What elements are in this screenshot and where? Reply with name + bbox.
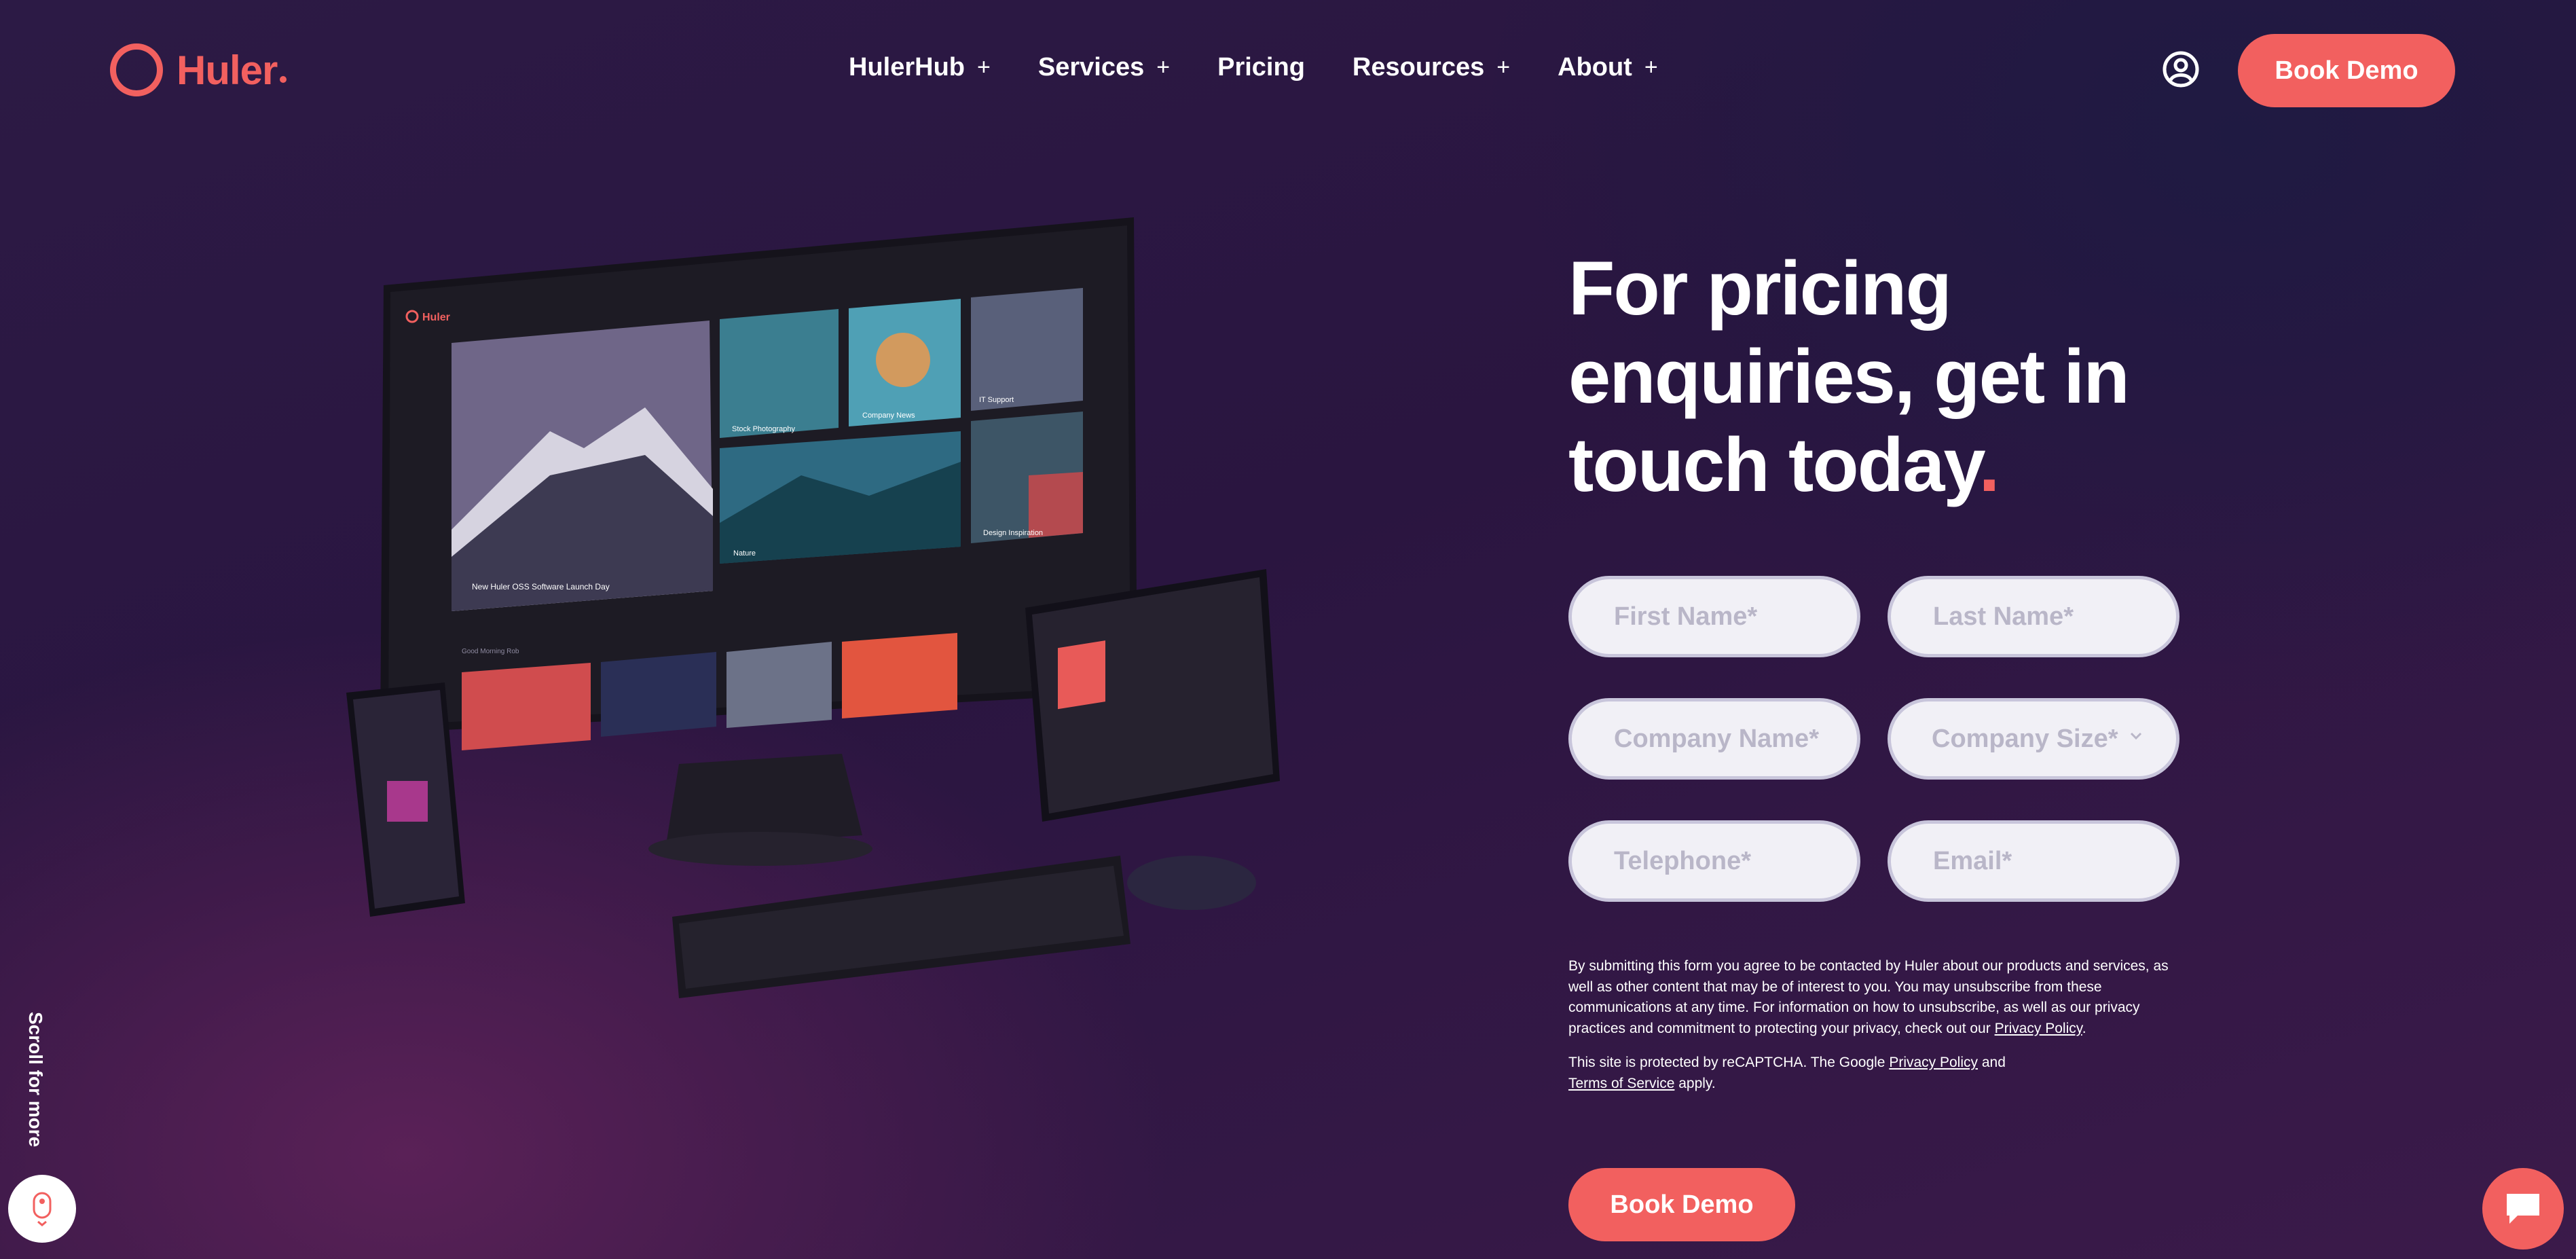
chat-bubble-icon xyxy=(2507,1194,2539,1224)
submit-book-demo-button[interactable]: Book Demo xyxy=(1568,1168,1795,1241)
nav-label: Services xyxy=(1037,53,1145,81)
headline-dot: . xyxy=(1979,422,2000,507)
user-circle-icon[interactable] xyxy=(2162,50,2200,88)
nav-item-services[interactable]: Services + xyxy=(1038,53,1170,82)
legal-text: By submitting this form you agree to be … xyxy=(1568,956,2179,1108)
plus-icon: + xyxy=(977,54,991,80)
nav-label: HulerHub xyxy=(849,53,965,81)
email-field[interactable] xyxy=(1888,820,2179,902)
first-name-field[interactable] xyxy=(1568,576,1860,657)
logo-text: Huler xyxy=(177,47,278,93)
last-name-input[interactable] xyxy=(1932,601,2154,632)
chevron-down-icon xyxy=(2130,732,2142,740)
logo-dot xyxy=(280,76,287,83)
recaptcha-and: and xyxy=(1978,1055,2006,1070)
chat-button[interactable] xyxy=(2482,1168,2564,1249)
huler-logo[interactable]: Huler xyxy=(110,43,287,96)
telephone-input[interactable] xyxy=(1613,845,1835,877)
plus-icon: + xyxy=(1644,54,1658,80)
nav-label: Resources xyxy=(1352,53,1485,81)
logo-ring-icon xyxy=(110,43,163,96)
nav-item-pricing[interactable]: Pricing xyxy=(1217,53,1305,82)
headline-line-3: touch today xyxy=(1568,422,1980,507)
headline-line-1: For pricing xyxy=(1568,246,1952,331)
recaptcha-end: apply. xyxy=(1674,1075,1716,1091)
last-name-field[interactable] xyxy=(1888,576,2179,657)
privacy-policy-link[interactable]: Privacy Policy xyxy=(1995,1021,2082,1036)
consent-paragraph: By submitting this form you agree to be … xyxy=(1568,956,2179,1039)
tile-label: New Huler OSS Software Launch Day xyxy=(472,582,610,591)
keyboard xyxy=(672,856,1130,998)
tile-label: IT Support xyxy=(979,396,1014,404)
monitor: Huler New Huler OSS Software Launch Day … xyxy=(380,217,1137,866)
nav-label: About xyxy=(1558,53,1632,81)
tile-label: Design Inspiration xyxy=(983,529,1043,537)
email-input[interactable] xyxy=(1932,845,2154,877)
telephone-field[interactable] xyxy=(1568,820,1860,902)
headline-line-2: enquiries, get in xyxy=(1568,334,2130,419)
nav-item-hulerhub[interactable]: HulerHub + xyxy=(849,53,991,82)
nav-item-about[interactable]: About + xyxy=(1558,53,1658,82)
recaptcha-paragraph: This site is protected by reCAPTCHA. The… xyxy=(1568,1053,2179,1094)
mouse xyxy=(1127,856,1256,910)
company-name-input[interactable] xyxy=(1613,723,1835,754)
consent-end: . xyxy=(2082,1020,2086,1036)
tablet xyxy=(1025,569,1280,822)
main-nav: HulerHub + Services + Pricing Resources … xyxy=(849,53,1658,82)
screen-logo-text: Huler xyxy=(422,312,450,323)
plus-icon: + xyxy=(1156,54,1171,80)
first-name-input[interactable] xyxy=(1613,601,1835,632)
site-header: Huler HulerHub + Services + Pricing Reso… xyxy=(0,0,2576,143)
scroll-button[interactable] xyxy=(8,1175,76,1243)
recaptcha-text: This site is protected by reCAPTCHA. The… xyxy=(1568,1055,1890,1070)
company-size-select[interactable]: Company Size* xyxy=(1888,698,2179,780)
google-privacy-link[interactable]: Privacy Policy xyxy=(1889,1055,1978,1070)
mouse-scroll-icon xyxy=(33,1192,52,1226)
nav-item-resources[interactable]: Resources + xyxy=(1353,53,1510,82)
phone xyxy=(346,682,465,917)
scroll-for-more-label: Scroll for more xyxy=(25,1012,46,1148)
tile-label: Good Morning Rob xyxy=(462,648,519,655)
plus-icon: + xyxy=(1496,54,1511,80)
devices-illustration: Huler New Huler OSS Software Launch Day … xyxy=(346,217,1280,998)
book-demo-button[interactable]: Book Demo xyxy=(2238,34,2455,107)
page-headline: For pricing enquiries, get in touch toda… xyxy=(1568,244,2179,509)
company-size-placeholder: Company Size* xyxy=(1932,724,2118,753)
nav-label: Pricing xyxy=(1217,53,1305,81)
tile-label: Stock Photography xyxy=(732,425,795,433)
tile-label: Company News xyxy=(862,412,915,420)
company-name-field[interactable] xyxy=(1568,698,1860,780)
tile-label: Nature xyxy=(733,549,756,558)
terms-of-service-link[interactable]: Terms of Service xyxy=(1568,1076,1674,1091)
